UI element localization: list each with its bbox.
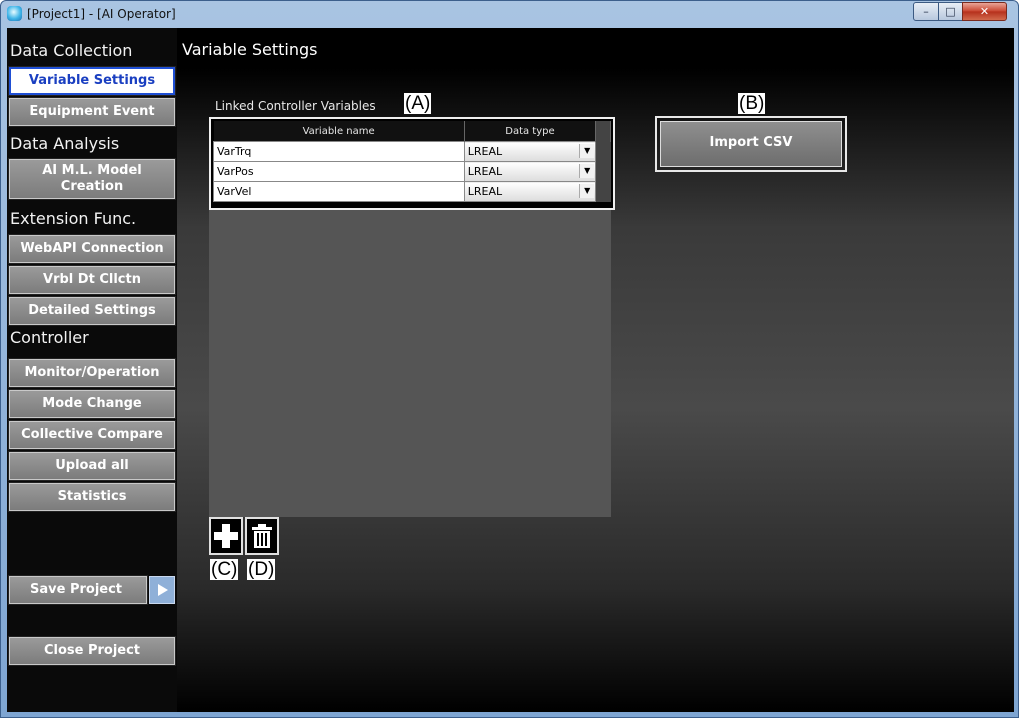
trash-icon xyxy=(252,524,272,548)
dropdown-arrow-icon[interactable]: ▼ xyxy=(579,144,595,158)
callout-a: (A) xyxy=(404,93,432,114)
data-type-value: LREAL xyxy=(467,185,503,198)
plus-icon xyxy=(214,524,238,548)
save-project-arrow-button[interactable] xyxy=(149,576,175,604)
variable-name-cell[interactable]: VarTrq xyxy=(213,141,465,162)
section-data-collection: Data Collection xyxy=(10,41,133,60)
table-scroll-corner xyxy=(595,121,611,142)
maximize-button[interactable]: □ xyxy=(938,2,963,21)
ai-model-label-line2: Creation xyxy=(60,179,124,194)
data-type-value: LREAL xyxy=(467,145,503,158)
app-window: [Project1] - [AI Operator] – □ ✕ Data Co… xyxy=(0,0,1019,718)
section-data-analysis: Data Analysis xyxy=(10,134,120,153)
close-project-button[interactable]: Close Project xyxy=(8,636,176,666)
linked-controller-variables-label: Linked Controller Variables xyxy=(215,99,376,113)
close-button[interactable]: ✕ xyxy=(962,2,1007,21)
title-bar: [Project1] - [AI Operator] – □ ✕ xyxy=(1,1,1018,28)
sidebar-item-variable-settings[interactable]: Variable Settings xyxy=(8,66,176,96)
callout-b: (B) xyxy=(738,93,766,114)
ai-model-label-line1: AI M.L. Model xyxy=(42,163,142,178)
sidebar-item-equipment-event[interactable]: Equipment Event xyxy=(8,97,176,127)
client-area: Data Collection Variable Settings Equipm… xyxy=(7,28,1014,712)
add-variable-button[interactable] xyxy=(209,517,243,555)
sidebar-item-mode-change[interactable]: Mode Change xyxy=(8,389,176,419)
sidebar-item-vrbl-dt-cllctn[interactable]: Vrbl Dt Cllctn xyxy=(8,265,176,295)
data-type-select[interactable]: LREAL ▼ xyxy=(463,141,597,162)
dropdown-arrow-icon[interactable]: ▼ xyxy=(579,164,595,178)
variable-table: Variable name Data type VarTrq LREAL ▼ Va xyxy=(213,121,611,202)
section-controller: Controller xyxy=(10,328,89,347)
variable-name-cell[interactable]: VarVel xyxy=(213,181,465,202)
column-header-data-type: Data type xyxy=(464,121,597,142)
data-type-select[interactable]: LREAL ▼ xyxy=(463,161,597,182)
table-row: VarPos LREAL ▼ xyxy=(213,161,611,182)
sidebar-item-monitor-operation[interactable]: Monitor/Operation xyxy=(8,358,176,388)
dropdown-arrow-icon[interactable]: ▼ xyxy=(579,184,595,198)
sidebar-item-upload-all[interactable]: Upload all xyxy=(8,451,176,481)
play-arrow-icon xyxy=(158,584,168,596)
save-project-button[interactable]: Save Project xyxy=(8,575,148,605)
import-csv-label: Import CSV xyxy=(660,121,842,167)
main-panel: Variable Settings Linked Controller Vari… xyxy=(177,28,1014,712)
table-scroll-gutter xyxy=(595,161,611,182)
sidebar-item-statistics[interactable]: Statistics xyxy=(8,482,176,512)
table-row: VarTrq LREAL ▼ xyxy=(213,141,611,162)
sidebar-item-ai-model-creation[interactable]: AI M.L. Model Creation xyxy=(8,158,176,200)
sidebar-item-webapi-connection[interactable]: WebAPI Connection xyxy=(8,234,176,264)
sidebar: Data Collection Variable Settings Equipm… xyxy=(7,28,177,712)
variable-name-cell[interactable]: VarPos xyxy=(213,161,465,182)
page-title: Variable Settings xyxy=(182,40,318,59)
variable-grid-background xyxy=(209,208,611,517)
table-scroll-gutter xyxy=(595,181,611,202)
data-type-select[interactable]: LREAL ▼ xyxy=(463,181,597,202)
app-icon xyxy=(7,6,22,21)
table-header-row: Variable name Data type xyxy=(213,121,611,142)
window-title: [Project1] - [AI Operator] xyxy=(27,7,176,21)
import-csv-button[interactable]: Import CSV xyxy=(655,116,847,172)
delete-variable-button[interactable] xyxy=(245,517,279,555)
section-extension-func: Extension Func. xyxy=(10,209,137,228)
table-scroll-gutter xyxy=(595,141,611,162)
variable-table-frame: Variable name Data type VarTrq LREAL ▼ Va xyxy=(209,117,615,210)
minimize-button[interactable]: – xyxy=(913,2,939,21)
callout-d: (D) xyxy=(247,559,276,580)
table-row: VarVel LREAL ▼ xyxy=(213,181,611,202)
sidebar-item-detailed-settings[interactable]: Detailed Settings xyxy=(8,296,176,326)
data-type-value: LREAL xyxy=(467,165,503,178)
column-header-variable-name: Variable name xyxy=(213,121,465,142)
callout-c: (C) xyxy=(210,559,239,580)
sidebar-item-collective-compare[interactable]: Collective Compare xyxy=(8,420,176,450)
